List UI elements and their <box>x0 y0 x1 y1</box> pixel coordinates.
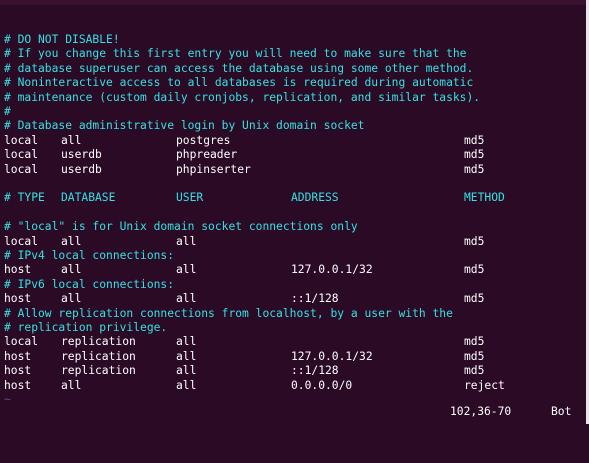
method-field: md5 <box>464 133 485 147</box>
column-header-line: # TYPE DATABASE USER ADDRESS METHOD <box>4 191 586 205</box>
vim-status-line: 102,36-70 Bot <box>0 405 586 419</box>
method-field: md5 <box>464 335 485 349</box>
hba-entry-line: host all all::1/128 md5 <box>4 292 586 306</box>
comment-line: # IPv6 local connections: <box>4 277 175 291</box>
header-type-field: # TYPE <box>4 191 45 205</box>
comment-line: # Allow replication connections from loc… <box>4 306 453 320</box>
type-field: local <box>4 148 39 162</box>
header-address-field: ADDRESS <box>291 191 339 205</box>
type-field: host <box>4 364 32 378</box>
header-database-field: DATABASE <box>61 191 116 205</box>
database-field: all <box>61 234 82 248</box>
type-field: host <box>4 378 32 392</box>
user-field: all <box>176 292 197 306</box>
method-field: md5 <box>464 234 485 248</box>
comment-line: # IPv4 local connections: <box>4 249 175 262</box>
database-field: all <box>61 263 82 277</box>
address-field: 127.0.0.1/32 <box>291 349 373 363</box>
terminal-window[interactable]: # DO NOT DISABLE! # If you change this fi… <box>0 0 589 424</box>
comment-line: # Database administrative login by Unix … <box>4 119 365 133</box>
database-field: userdb <box>61 162 102 176</box>
database-field: all <box>61 378 82 392</box>
method-field: reject <box>464 378 505 392</box>
method-field: md5 <box>464 292 485 306</box>
type-field: local <box>4 133 39 147</box>
comment-line: # maintenance (custom daily cronjobs, re… <box>4 90 481 104</box>
user-field: phpinserter <box>176 162 251 176</box>
user-field: all <box>176 335 197 349</box>
header-method-field: METHOD <box>464 191 505 205</box>
comment-line: # "local" is for Unix domain socket conn… <box>4 220 358 234</box>
window-top-edge <box>0 0 589 5</box>
comment-line: # replication privilege. <box>4 321 168 334</box>
hba-entry-line: local replication all md5 <box>4 335 586 349</box>
user-field: postgres <box>176 133 231 147</box>
comment-line: # Noninteractive access to all databases… <box>4 76 474 90</box>
hba-entry-line: host all all 127.0.0.1/32 md5 <box>4 263 586 277</box>
user-field: all <box>176 364 197 378</box>
hba-entry-line: local userdb phpreader md5 <box>4 148 586 162</box>
hba-entry-line: local all all md5 <box>4 235 586 249</box>
hba-entry-line: local userdb phpinserter md5 <box>4 163 586 177</box>
address-field: ::1/128 <box>291 364 339 378</box>
user-field: all <box>176 349 197 363</box>
database-field: all <box>61 292 82 306</box>
method-field: md5 <box>464 364 485 378</box>
hba-entry-line: local all postgres md5 <box>4 134 586 148</box>
header-user-field: USER <box>176 191 204 205</box>
type-field: local <box>4 234 39 248</box>
scroll-indicator: Bot <box>551 405 572 418</box>
method-field: md5 <box>464 349 485 363</box>
hba-entry-line: host replication all 127.0.0.1/32 md5 <box>4 350 586 364</box>
database-field: userdb <box>61 148 102 162</box>
type-field: host <box>4 263 32 277</box>
address-field: 0.0.0.0/0 <box>291 378 353 392</box>
hba-entry-line: host replication all::1/128 md5 <box>4 364 586 378</box>
database-field: replication <box>61 349 136 363</box>
database-field: all <box>61 133 82 147</box>
type-field: local <box>4 162 39 176</box>
method-field: md5 <box>464 162 485 176</box>
type-field: host <box>4 349 32 363</box>
cursor-position: 102,36-70 <box>450 405 512 418</box>
user-field: phpreader <box>176 148 238 162</box>
address-field: ::1/128 <box>291 292 339 306</box>
type-field: host <box>4 292 32 306</box>
user-field: all <box>176 234 197 248</box>
database-field: replication <box>61 335 136 349</box>
comment-line: # <box>4 105 11 118</box>
hba-entry-line: host all all 0.0.0.0/0 reject <box>4 379 586 393</box>
address-field: 127.0.0.1/32 <box>291 263 373 277</box>
method-field: md5 <box>464 263 485 277</box>
user-field: all <box>176 378 197 392</box>
type-field: local <box>4 335 39 349</box>
comment-line: # If you change this first entry you wil… <box>4 47 467 61</box>
comment-line: # database superuser can access the data… <box>4 61 474 75</box>
comment-line: # DO NOT DISABLE! <box>4 33 120 46</box>
user-field: all <box>176 263 197 277</box>
method-field: md5 <box>464 148 485 162</box>
database-field: replication <box>61 364 136 378</box>
